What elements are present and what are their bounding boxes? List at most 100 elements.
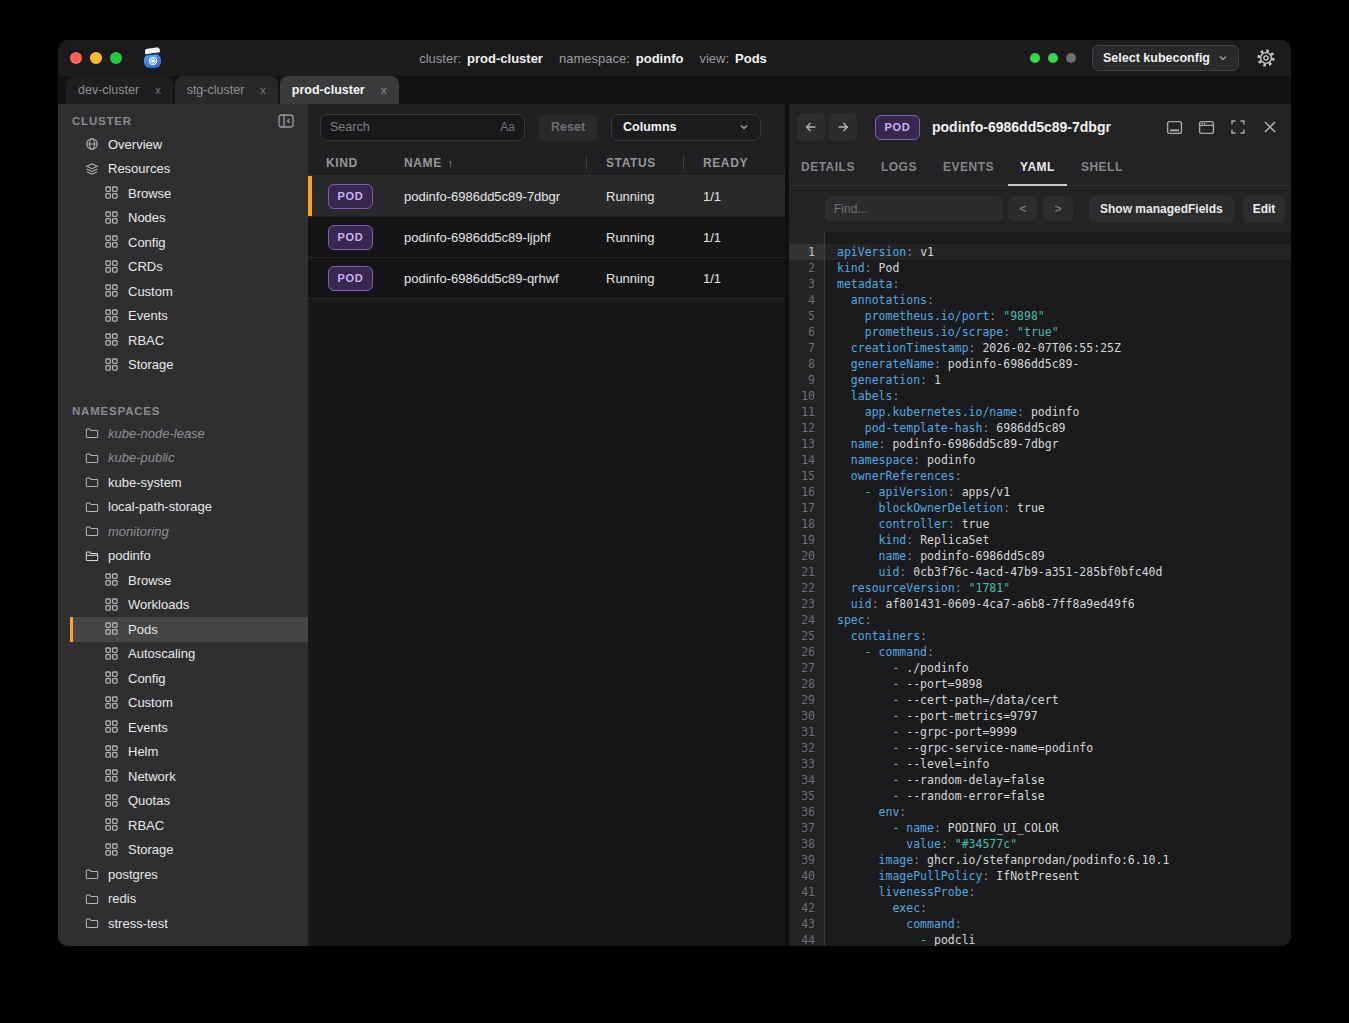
sidebar-item-storage[interactable]: Storage xyxy=(58,838,308,863)
expand-fullscreen-button[interactable] xyxy=(1229,118,1247,136)
sidebar-item-network[interactable]: Network xyxy=(58,764,308,789)
grid-icon xyxy=(105,794,119,808)
column-header-status[interactable]: STATUS xyxy=(587,156,683,170)
find-input[interactable] xyxy=(834,202,994,216)
dock-bottom-button[interactable] xyxy=(1165,118,1183,136)
yaml-editor[interactable]: 1apiVersion: v12kind: Pod3metadata:4 ann… xyxy=(789,232,1291,946)
panel-tab-details[interactable]: DETAILS xyxy=(789,150,867,186)
show-managed-fields-button[interactable]: Show managedFields xyxy=(1089,195,1234,223)
sidebar-item-monitoring[interactable]: monitoring xyxy=(58,519,308,544)
sidebar-item-rbac[interactable]: RBAC xyxy=(58,813,308,838)
open-in-window-button[interactable] xyxy=(1197,118,1215,136)
yaml-line: 14 namespace: podinfo xyxy=(789,452,1291,468)
back-button[interactable] xyxy=(797,113,825,141)
sidebar-item-helm[interactable]: Helm xyxy=(58,740,308,765)
sidebar-item-events[interactable]: Events xyxy=(58,715,308,740)
sidebar-item-label: Pods xyxy=(128,622,158,637)
sidebar-item-config[interactable]: Config xyxy=(58,230,308,255)
folder-icon xyxy=(85,475,99,489)
sidebar-item-resources[interactable]: Resources xyxy=(58,157,308,182)
yaml-line: 41 livenessProbe: xyxy=(789,884,1291,900)
cluster-tab-dev-cluster[interactable]: dev-clusterx xyxy=(66,76,173,104)
yaml-line: 13 name: podinfo-6986dd5c89-7dbgr xyxy=(789,436,1291,452)
sidebar-item-rbac[interactable]: RBAC xyxy=(58,328,308,353)
yaml-line: 6 prometheus.io/scrape: "true" xyxy=(789,324,1291,340)
sidebar: CLUSTER OverviewResourcesBrowseNodesConf… xyxy=(58,104,308,946)
pod-row-podinfo-6986dd5c89-ljphf[interactable]: PODpodinfo-6986dd5c89-ljphfRunning1/1 xyxy=(308,217,785,258)
grid-icon xyxy=(105,745,119,759)
minimize-window-button[interactable] xyxy=(90,52,102,64)
sidebar-item-kube-public[interactable]: kube-public xyxy=(58,446,308,471)
cluster-tab-stg-cluster[interactable]: stg-cluster x xyxy=(175,76,278,104)
columns-dropdown[interactable]: Columns xyxy=(611,114,761,141)
zoom-window-button[interactable] xyxy=(110,52,122,64)
sidebar-item-events[interactable]: Events xyxy=(58,304,308,329)
panel-tab-events[interactable]: EVENTS xyxy=(931,150,1006,186)
column-header-ready[interactable]: READY xyxy=(684,156,785,170)
line-number: 35 xyxy=(789,788,824,804)
yaml-line-content: - podcli xyxy=(824,932,1291,946)
pod-row-podinfo-6986dd5c89-qrhwf[interactable]: PODpodinfo-6986dd5c89-qrhwfRunning1/1 xyxy=(308,258,785,299)
line-number: 3 xyxy=(789,276,824,292)
sidebar-item-redis[interactable]: redis xyxy=(58,887,308,912)
select-kubeconfig-dropdown[interactable]: Select kubeconfig xyxy=(1092,45,1239,71)
titlebar[interactable]: cluster: prod-cluster namespace: podinfo… xyxy=(58,40,1291,76)
column-header-name[interactable]: NAME↑ xyxy=(404,156,586,170)
sidebar-item-local-path-storage[interactable]: local-path-storage xyxy=(58,495,308,520)
sidebar-item-kube-system[interactable]: kube-system xyxy=(58,470,308,495)
yaml-line-content: prometheus.io/scrape: "true" xyxy=(824,324,1291,340)
sidebar-item-label: Workloads xyxy=(128,597,189,612)
panel-tab-logs[interactable]: LOGS xyxy=(869,150,929,186)
sidebar-item-workloads[interactable]: Workloads xyxy=(58,593,308,618)
edit-button[interactable]: Edit xyxy=(1242,195,1287,223)
sidebar-item-quotas[interactable]: Quotas xyxy=(58,789,308,814)
sidebar-item-browse[interactable]: Browse xyxy=(58,181,308,206)
search-case-toggle[interactable]: Aa xyxy=(500,120,515,134)
sidebar-item-custom[interactable]: Custom xyxy=(58,691,308,716)
line-number: 6 xyxy=(789,324,824,340)
sidebar-item-label: kube-system xyxy=(108,475,182,490)
close-tab-icon[interactable]: x xyxy=(381,84,387,96)
forward-button[interactable] xyxy=(829,113,857,141)
sidebar-item-nodes[interactable]: Nodes xyxy=(58,206,308,231)
panel-tab-shell[interactable]: SHELL xyxy=(1069,150,1135,186)
line-number: 24 xyxy=(789,612,824,628)
panel-tab-yaml[interactable]: YAML xyxy=(1008,150,1067,186)
pod-row-podinfo-6986dd5c89-7dbgr[interactable]: PODpodinfo-6986dd5c89-7dbgrRunning1/1 xyxy=(308,176,785,217)
pod-ready: 1/1 xyxy=(684,189,785,204)
close-tab-icon[interactable]: x xyxy=(155,84,161,96)
cluster-tab-prod-cluster[interactable]: prod-clusterx xyxy=(280,76,399,104)
sidebar-item-podinfo[interactable]: podinfo xyxy=(58,544,308,569)
close-tab-icon[interactable]: x xyxy=(260,84,266,96)
sidebar-item-config[interactable]: Config xyxy=(58,666,308,691)
yaml-line: 36 env: xyxy=(789,804,1291,820)
sidebar-item-stress-test[interactable]: stress-test xyxy=(58,911,308,936)
sidebar-item-storage[interactable]: Storage xyxy=(58,353,308,378)
grid-icon xyxy=(105,696,119,710)
settings-button[interactable] xyxy=(1255,47,1277,69)
sidebar-item-custom[interactable]: Custom xyxy=(58,279,308,304)
sidebar-item-autoscaling[interactable]: Autoscaling xyxy=(58,642,308,667)
sidebar-item-kube-node-lease[interactable]: kube-node-lease xyxy=(58,421,308,446)
sidebar-item-overview[interactable]: Overview xyxy=(58,132,308,157)
close-window-button[interactable] xyxy=(70,52,82,64)
reset-button[interactable]: Reset xyxy=(538,114,598,141)
namespace-label: namespace: xyxy=(559,51,630,66)
sidebar-item-postgres[interactable]: postgres xyxy=(58,862,308,887)
close-panel-button[interactable] xyxy=(1261,118,1279,136)
line-number: 18 xyxy=(789,516,824,532)
collapse-sidebar-icon[interactable] xyxy=(278,114,294,128)
sidebar-item-browse[interactable]: Browse xyxy=(58,568,308,593)
yaml-line: 11 app.kubernetes.io/name: podinfo xyxy=(789,404,1291,420)
sidebar-item-crds[interactable]: CRDs xyxy=(58,255,308,280)
yaml-line: 15 ownerReferences: xyxy=(789,468,1291,484)
sidebar-item-pods[interactable]: Pods xyxy=(70,617,308,642)
search-input[interactable] xyxy=(330,120,500,134)
yaml-line: 38 value: "#34577c" xyxy=(789,836,1291,852)
cluster-section-label: CLUSTER xyxy=(72,115,132,127)
pod-name: podinfo-6986dd5c89-ljphf xyxy=(404,230,586,245)
find-previous-button[interactable]: < xyxy=(1008,196,1038,222)
column-header-kind[interactable]: KIND xyxy=(308,156,404,170)
tab-label: stg-cluster xyxy=(187,83,245,97)
find-next-button[interactable]: > xyxy=(1043,196,1073,222)
